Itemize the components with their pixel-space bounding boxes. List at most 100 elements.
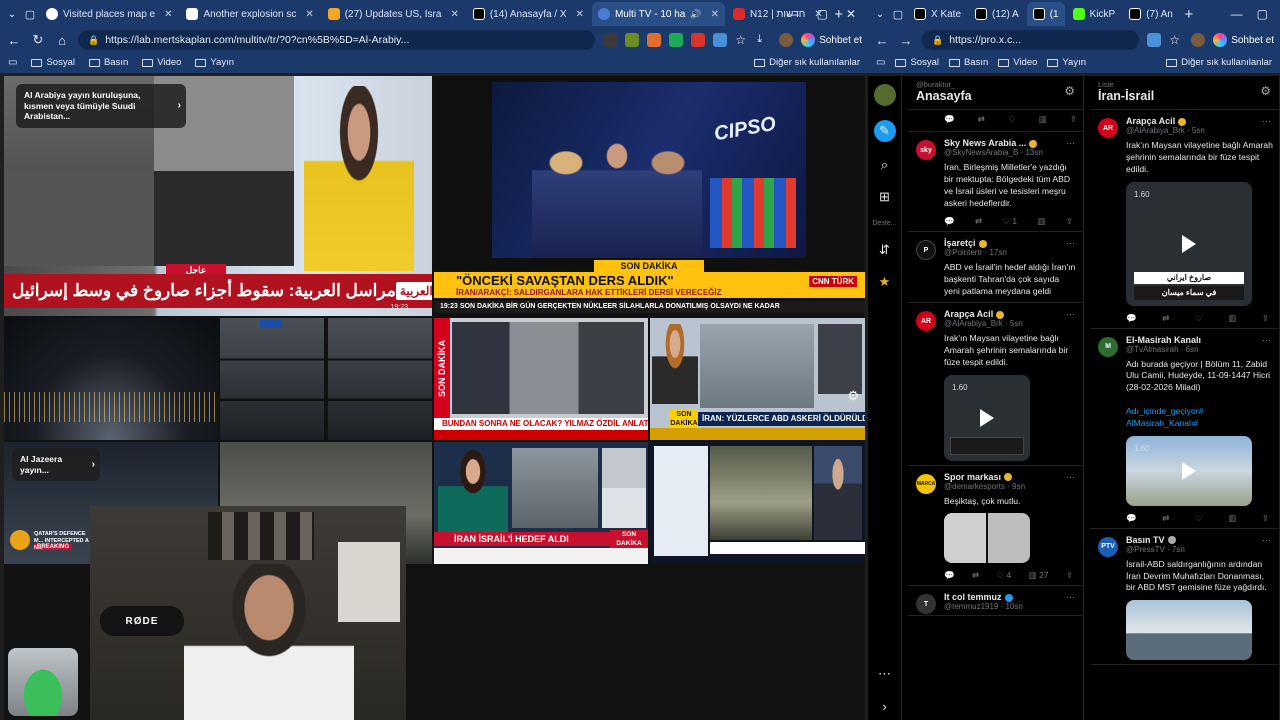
bookmark-folder-yayin[interactable]: Yayın <box>1047 57 1086 68</box>
bookmark-folder-sosyal[interactable]: Sosyal <box>895 57 939 68</box>
tab-x-home[interactable]: (14) Anasayfa / X ✕ <box>467 2 590 26</box>
workspaces-icon[interactable]: ▢ <box>22 8 38 21</box>
bookmark-folder-yayin[interactable]: Yayın <box>195 57 234 68</box>
maximize-icon[interactable]: ▢ <box>1257 7 1268 21</box>
account-avatar[interactable] <box>873 84 896 106</box>
extension-icon[interactable] <box>1147 33 1162 47</box>
more-icon[interactable]: ⋯ <box>1066 472 1075 483</box>
reply-icon[interactable]: 💬 <box>1126 513 1137 524</box>
refresh-icon[interactable]: ↻ <box>30 32 46 48</box>
views-icon[interactable]: ▥ <box>1039 114 1047 125</box>
play-icon[interactable] <box>1182 461 1196 480</box>
aljazeera-info-popup[interactable]: Al Jazeera yayın... › <box>12 448 100 482</box>
tv-cctv-wall[interactable] <box>220 318 432 440</box>
like-icon[interactable]: ♡ <box>1195 313 1203 324</box>
retweet-icon[interactable]: ⇄ <box>1162 513 1169 524</box>
reply-icon[interactable]: 💬 <box>944 216 955 227</box>
back-icon[interactable]: ← <box>6 33 22 48</box>
extension-icon[interactable] <box>625 33 640 47</box>
copilot-button[interactable]: Sohbet et <box>801 33 862 47</box>
share-icon[interactable]: ⇪ <box>1262 313 1269 324</box>
share-icon[interactable]: ⇪ <box>1070 114 1077 125</box>
close-window-icon[interactable]: ✕ <box>846 7 856 21</box>
tweet[interactable]: T It col temmuz @temmuz1919 · 10sn ⋯ <box>908 586 1083 617</box>
back-icon[interactable]: ← <box>874 33 890 48</box>
tv-turkish-3[interactable]: İRAN İSRAİL'İ HEDEF ALDI SON DAKİKA <box>434 442 648 564</box>
tab-x-kate[interactable]: X Kate <box>908 2 967 26</box>
share-icon[interactable]: ⇪ <box>1066 570 1073 581</box>
alarabiya-info-popup[interactable]: Al Arabiya yayın kuruluşuna, kısmen veya… <box>16 84 186 128</box>
retweet-icon[interactable]: ⇄ <box>975 216 982 227</box>
extension-icon[interactable] <box>669 33 684 47</box>
forward-icon[interactable]: → <box>898 33 914 48</box>
reply-icon[interactable]: 💬 <box>944 114 955 125</box>
search-icon[interactable]: ⌕ <box>876 156 894 174</box>
favorites-icon[interactable]: ☆ <box>1169 33 1183 47</box>
share-icon[interactable]: ⇪ <box>1066 216 1073 227</box>
more-icon[interactable]: ⋯ <box>1262 116 1271 127</box>
new-tab-icon[interactable]: + <box>1181 6 1197 23</box>
extension-icon[interactable] <box>647 33 662 47</box>
url-field[interactable]: 🔒 https://lab.mertskaplan.com/multitv/tr/… <box>78 30 596 50</box>
bookmark-folder-sosyal[interactable]: Sosyal <box>31 57 75 68</box>
tweet[interactable]: sky Sky News Arabia ... @SkyNewsArabia_B… <box>908 132 1083 233</box>
tab-explosion[interactable]: Another explosion sc ✕ <box>180 2 319 26</box>
tab-updates[interactable]: (27) Updates US, Isra ✕ <box>322 2 465 26</box>
bookmark-folder-video[interactable]: Video <box>142 57 181 68</box>
favorites-icon[interactable]: ☆ <box>735 33 749 47</box>
tab-x-7[interactable]: (7) An <box>1123 2 1179 26</box>
minimize-icon[interactable]: — <box>1231 7 1243 21</box>
more-icon[interactable]: ⋯ <box>1262 535 1271 546</box>
more-icon[interactable]: ⋯ <box>1066 592 1075 603</box>
profile-avatar[interactable] <box>1191 33 1206 47</box>
reply-icon[interactable]: 💬 <box>1126 313 1137 324</box>
star-icon[interactable]: ★ <box>876 273 894 291</box>
more-icon[interactable]: ⋯ <box>1066 309 1075 320</box>
video-thumbnail[interactable]: 1.60 <box>944 374 1030 461</box>
views-count[interactable]: ▥ 27 <box>1029 570 1049 581</box>
tv-night-city[interactable] <box>4 318 218 440</box>
tweet[interactable]: P İşaretçi @Pointertr · 17sn ⋯ ABD ve İs… <box>908 232 1083 304</box>
retweet-icon[interactable]: ⇄ <box>972 570 979 581</box>
tweet[interactable]: AR Arapça Acil @AlArabiya_Brk · 5sn ⋯ Ir… <box>908 303 1083 466</box>
bookmark-folder-basin[interactable]: Basın <box>948 57 988 68</box>
close-tab-icon[interactable]: ✕ <box>305 9 313 20</box>
like-count[interactable]: ♡ 1 <box>1002 216 1017 227</box>
more-icon[interactable]: ⋯ <box>1066 238 1075 249</box>
tv-cnnturk[interactable]: CIPSO SON DAKİKA "ÖNCEKİ SAVAŞTAN DERS A… <box>434 76 865 316</box>
minimize-icon[interactable]: — <box>787 7 799 21</box>
play-icon[interactable] <box>1182 234 1196 253</box>
home-icon[interactable]: ⌂ <box>54 33 70 48</box>
ship-photo[interactable] <box>1126 600 1252 661</box>
retweet-icon[interactable]: ⇄ <box>978 114 985 125</box>
workspaces-icon[interactable]: ▢ <box>890 8 906 21</box>
add-column-icon[interactable]: ⊞ <box>876 188 894 206</box>
close-tab-icon[interactable]: ✕ <box>164 9 172 20</box>
bookmark-folder-other[interactable]: Diğer sık kullanılanlar <box>1166 57 1272 68</box>
expand-icon[interactable]: › <box>876 697 894 715</box>
tab-kick[interactable]: KickP <box>1067 2 1122 26</box>
tweet[interactable]: M El-Masirah Kanalı @TvAlmasirah · 6sn ⋯… <box>1090 329 1279 529</box>
more-icon[interactable]: ⋯ <box>1262 335 1271 346</box>
tab-multi-tv[interactable]: Multi TV - 10 ha 🔊 ✕ <box>591 2 725 26</box>
tab-actions-icon[interactable]: ⌄ <box>4 9 20 20</box>
tv-alarabiya[interactable]: Al Arabiya yayın kuruluşuna, kısmen veya… <box>4 76 432 316</box>
like-count[interactable]: ♡ 4 <box>997 570 1012 581</box>
close-tab-icon[interactable]: ✕ <box>450 9 458 20</box>
audio-icon[interactable]: 🔊 <box>690 9 701 20</box>
views-icon[interactable]: ▥ <box>1228 513 1236 524</box>
gear-icon[interactable]: ⚙ <box>1260 84 1271 98</box>
extension-icon[interactable] <box>713 33 728 47</box>
column-settings-icon[interactable]: ⇵ <box>876 241 894 259</box>
share-icon[interactable]: ⇪ <box>1262 513 1269 524</box>
extension-icon[interactable] <box>603 33 618 47</box>
copilot-button[interactable]: Sohbet et <box>1213 33 1274 47</box>
video-thumbnail[interactable]: 1.60 <box>1126 435 1252 506</box>
tab-x-pro[interactable]: (1 <box>1026 2 1065 26</box>
tv-arabic-channel[interactable] <box>650 442 865 564</box>
profile-avatar[interactable] <box>779 33 794 47</box>
bookmark-folder-video[interactable]: Video <box>998 57 1037 68</box>
compose-icon[interactable]: ✎ <box>873 120 896 142</box>
tab-visited-places[interactable]: Visited places map e ✕ <box>40 2 178 26</box>
tweet[interactable]: AR Arapça Acil @AlArabiya_Brk · 5sn ⋯ Ir… <box>1090 110 1279 329</box>
